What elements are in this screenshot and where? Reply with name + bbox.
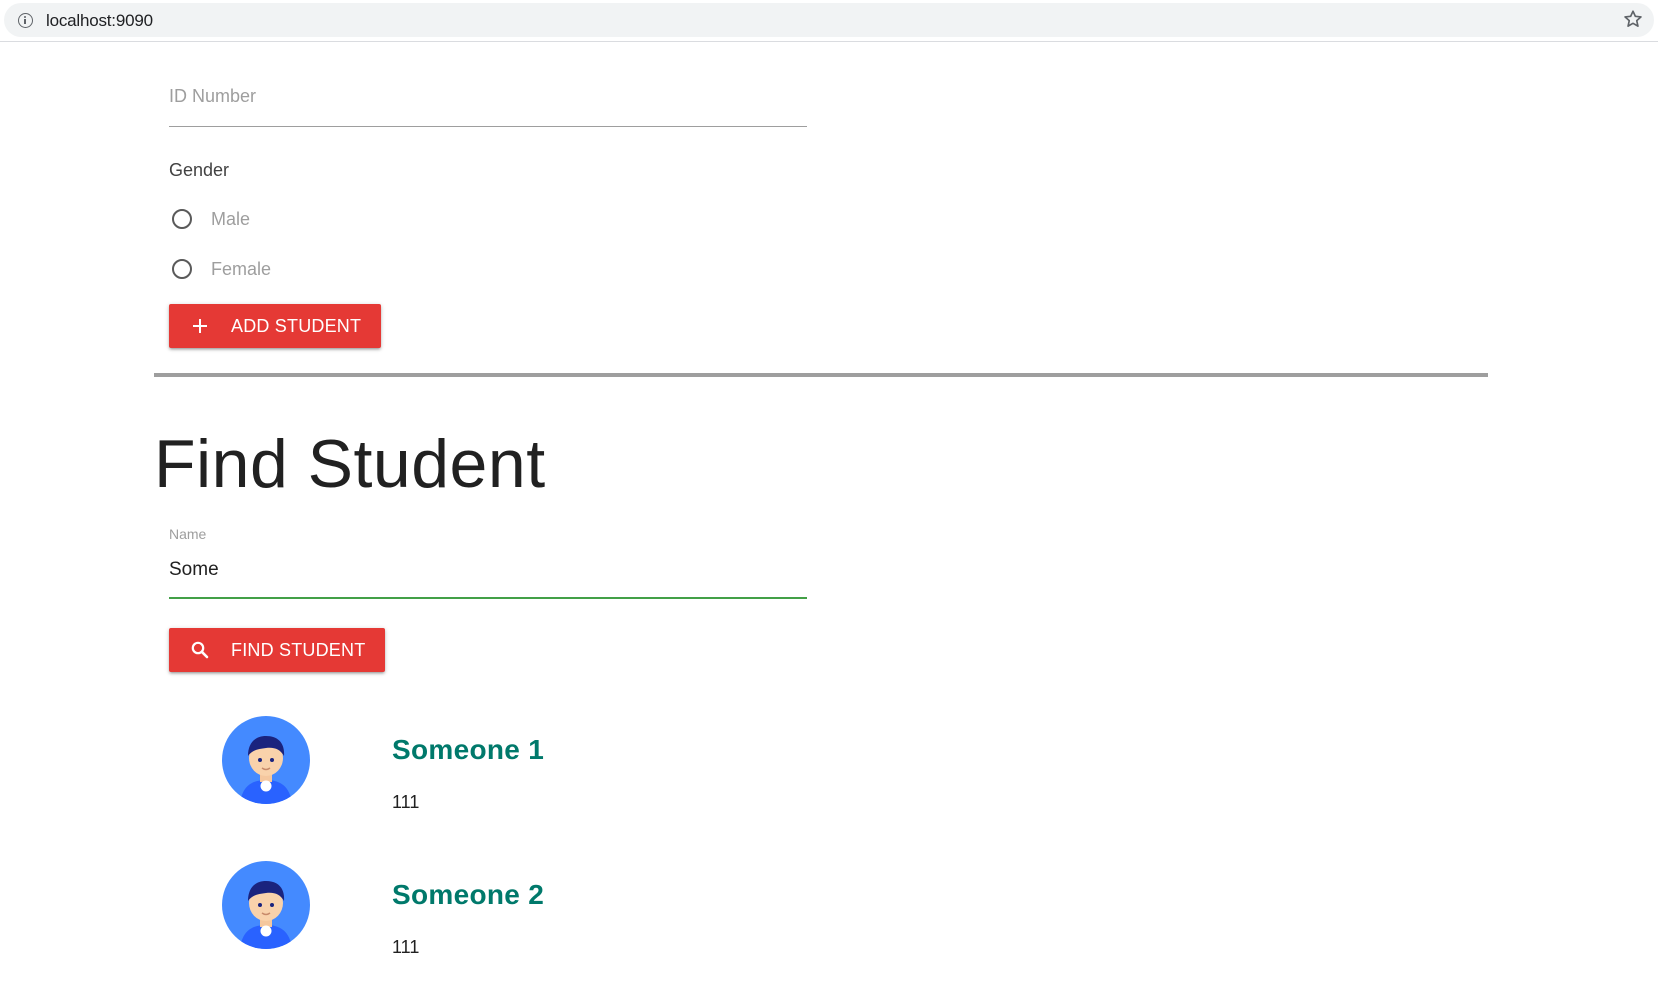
id-number-field[interactable]: ID Number xyxy=(169,86,807,130)
gender-label: Gender xyxy=(169,160,230,180)
radio-label-female[interactable]: Female xyxy=(211,259,271,280)
info-icon[interactable] xyxy=(18,13,33,28)
find-student-button[interactable]: FIND STUDENT xyxy=(169,628,386,672)
url-text[interactable]: localhost:9090 xyxy=(46,11,153,31)
result-id: 111 xyxy=(392,937,420,957)
star-icon[interactable] xyxy=(1622,8,1644,30)
add-student-button[interactable]: ADD STUDENT xyxy=(169,304,382,348)
find-student-label: FIND STUDENT xyxy=(231,639,366,660)
name-underline xyxy=(169,597,807,599)
radio-circle-female[interactable] xyxy=(172,259,192,279)
name-input[interactable]: Some xyxy=(169,559,219,581)
id-number-placeholder: ID Number xyxy=(169,86,257,106)
add-student-label: ADD STUDENT xyxy=(231,315,362,336)
name-label: Name xyxy=(169,526,207,542)
avatar-icon xyxy=(222,861,310,949)
section-divider xyxy=(154,373,1488,377)
search-icon xyxy=(191,641,209,659)
result-name[interactable]: Someone 2 xyxy=(392,879,544,911)
list-item[interactable]: Someone 1 111 xyxy=(222,716,922,812)
result-id: 111 xyxy=(392,792,420,812)
radio-label-male[interactable]: Male xyxy=(211,209,250,230)
address-bar[interactable]: localhost:9090 xyxy=(4,3,1654,37)
id-number-underline xyxy=(169,126,807,127)
list-item[interactable]: Someone 2 111 xyxy=(222,861,922,957)
page-title: Find Student xyxy=(154,426,546,502)
radio-female[interactable]: Female xyxy=(172,257,271,281)
avatar-icon xyxy=(222,716,310,804)
radio-male[interactable]: Male xyxy=(172,207,250,231)
name-field[interactable]: Name Some xyxy=(169,526,807,602)
radio-circle-male[interactable] xyxy=(172,209,192,229)
plus-icon xyxy=(193,319,207,333)
browser-toolbar: localhost:9090 xyxy=(0,0,1658,42)
result-name[interactable]: Someone 1 xyxy=(392,734,544,766)
